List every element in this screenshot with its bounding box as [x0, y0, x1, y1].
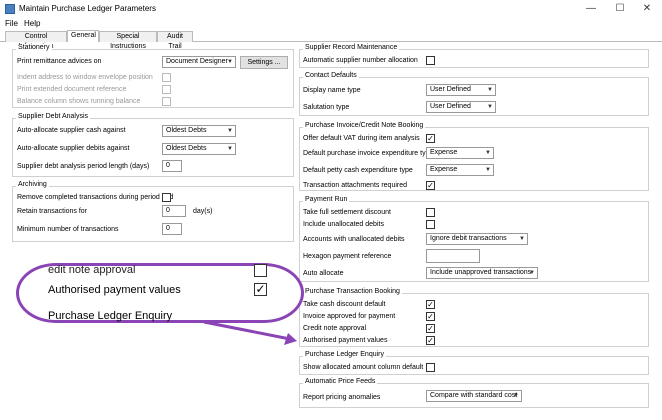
- callout-arrow: [203, 320, 297, 345]
